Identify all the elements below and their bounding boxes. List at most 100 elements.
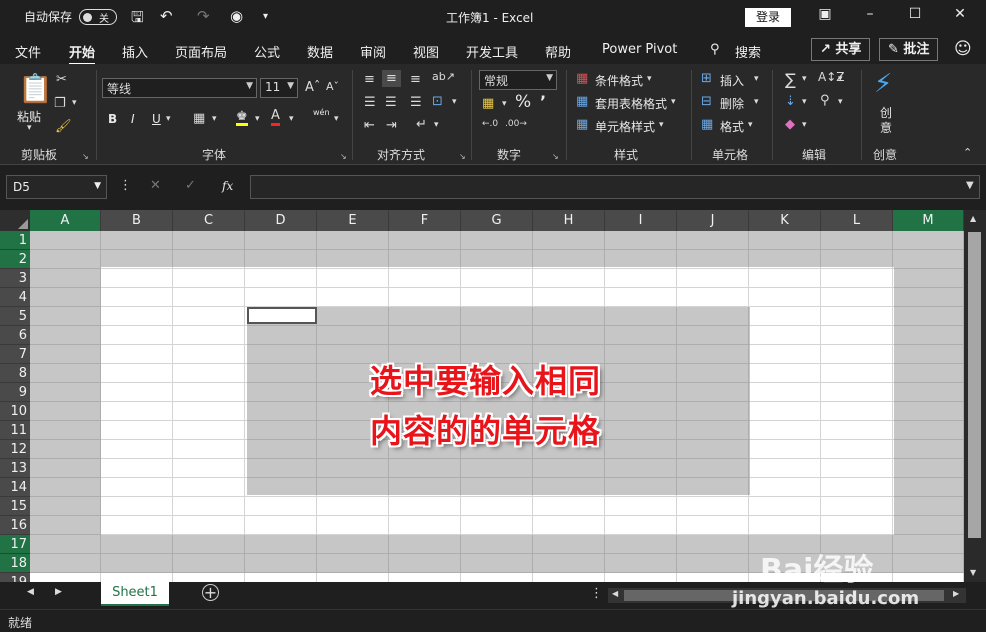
autosum-icon[interactable]: ∑ bbox=[785, 70, 796, 89]
chevron-down-icon[interactable]: ▾ bbox=[754, 97, 759, 107]
formula-input[interactable] bbox=[250, 175, 980, 199]
column-header-m[interactable]: M bbox=[893, 210, 964, 231]
undo-icon[interactable]: ↶ bbox=[160, 7, 173, 25]
font-color-dropdown-icon[interactable]: ▾ bbox=[289, 114, 294, 124]
underline-dropdown-icon[interactable]: ▾ bbox=[166, 114, 171, 124]
scroll-down-icon[interactable]: ▼ bbox=[970, 568, 976, 577]
row-header-13[interactable]: 13 bbox=[0, 459, 30, 478]
align-right-icon[interactable]: ☰ bbox=[410, 95, 422, 110]
increase-indent-icon[interactable]: ⇥ bbox=[386, 118, 397, 133]
increase-font-icon[interactable]: Aˆ bbox=[305, 80, 320, 95]
clear-icon[interactable]: ◆ bbox=[785, 117, 795, 132]
row-header-12[interactable]: 12 bbox=[0, 440, 30, 459]
tab-home[interactable]: 开始 bbox=[69, 42, 96, 66]
comma-style-icon[interactable]: ʼ bbox=[540, 92, 546, 111]
redo-icon[interactable]: ↷ bbox=[197, 7, 210, 25]
cancel-icon[interactable]: ✕ bbox=[150, 178, 161, 193]
column-header-c[interactable]: C bbox=[173, 210, 245, 231]
ribbon-display-icon[interactable]: ▣ bbox=[810, 6, 840, 22]
borders-icon[interactable]: ▦ bbox=[193, 111, 205, 126]
customize-qat-icon[interactable]: ▾ bbox=[263, 11, 268, 22]
font-color-icon[interactable]: A bbox=[271, 108, 280, 126]
next-sheet-icon[interactable]: ▶ bbox=[55, 587, 62, 597]
align-bottom-icon[interactable]: ≡ bbox=[410, 72, 421, 87]
merge-center-icon[interactable]: ⊡ bbox=[432, 94, 443, 109]
autosave-toggle[interactable]: 关 bbox=[79, 9, 117, 25]
feedback-smiley-icon[interactable]: ☺ bbox=[954, 39, 972, 59]
column-header-a[interactable]: A bbox=[30, 210, 101, 231]
select-all-corner[interactable] bbox=[0, 210, 30, 231]
clipboard-launcher-icon[interactable]: ↘ bbox=[82, 152, 89, 161]
collapse-ribbon-icon[interactable]: ⌃ bbox=[963, 146, 972, 159]
enter-check-icon[interactable]: ✓ bbox=[185, 178, 196, 193]
fill-dropdown-icon[interactable]: ▾ bbox=[802, 97, 807, 107]
align-left-icon[interactable]: ☰ bbox=[364, 95, 376, 110]
fill-color-icon[interactable]: ♚ bbox=[236, 109, 248, 126]
row-header-18[interactable]: 18 bbox=[0, 554, 30, 573]
orientation-icon[interactable]: ab↗ bbox=[432, 70, 455, 83]
insert-function-button[interactable]: fx bbox=[222, 179, 233, 193]
number-launcher-icon[interactable]: ↘ bbox=[552, 152, 559, 161]
minimize-icon[interactable]: – bbox=[855, 6, 885, 22]
camera-icon[interactable]: ◉ bbox=[230, 7, 243, 25]
tab-review[interactable]: 审阅 bbox=[360, 42, 386, 61]
fill-color-dropdown-icon[interactable]: ▾ bbox=[255, 114, 260, 124]
format-painter-icon[interactable]: 🖌 bbox=[55, 119, 72, 134]
vertical-scroll-thumb[interactable] bbox=[968, 232, 981, 538]
alignment-launcher-icon[interactable]: ↘ bbox=[459, 152, 466, 161]
row-header-8[interactable]: 8 bbox=[0, 364, 30, 383]
column-header-l[interactable]: L bbox=[821, 210, 893, 231]
tab-page-layout[interactable]: 页面布局 bbox=[175, 42, 227, 61]
format-cells-button[interactable]: 格式 bbox=[720, 118, 744, 135]
align-top-icon[interactable]: ≡ bbox=[364, 72, 375, 87]
merge-dropdown-icon[interactable]: ▾ bbox=[452, 97, 457, 107]
phonetic-dropdown-icon[interactable]: ▾ bbox=[334, 114, 339, 124]
tab-power-pivot[interactable]: Power Pivot bbox=[602, 42, 677, 57]
more-vertical-icon[interactable]: ⋮ bbox=[590, 586, 603, 601]
cut-icon[interactable]: ✂ bbox=[56, 72, 67, 87]
font-launcher-icon[interactable]: ↘ bbox=[340, 152, 347, 161]
column-header-k[interactable]: K bbox=[749, 210, 821, 231]
conditional-format-button[interactable]: 条件格式 bbox=[595, 72, 643, 89]
ideas-lightning-icon[interactable]: ⚡ bbox=[874, 69, 892, 99]
more-vertical-icon[interactable]: ⋮ bbox=[119, 178, 132, 193]
row-header-15[interactable]: 15 bbox=[0, 497, 30, 516]
prev-sheet-icon[interactable]: ◀ bbox=[27, 587, 34, 597]
chevron-down-icon[interactable]: ▾ bbox=[754, 74, 759, 84]
fill-icon[interactable]: ⇣ bbox=[785, 94, 796, 109]
active-cell-d5[interactable] bbox=[247, 307, 317, 324]
chevron-down-icon[interactable]: ▾ bbox=[748, 120, 753, 130]
sort-dropdown-icon[interactable]: ▾ bbox=[838, 74, 843, 84]
column-header-f[interactable]: F bbox=[389, 210, 461, 231]
percent-button[interactable]: % bbox=[515, 92, 531, 112]
scroll-left-icon[interactable]: ◀ bbox=[612, 589, 618, 598]
find-dropdown-icon[interactable]: ▾ bbox=[838, 97, 843, 107]
row-header-17[interactable]: 17 bbox=[0, 535, 30, 554]
chevron-down-icon[interactable]: ▾ bbox=[671, 97, 676, 107]
find-icon[interactable]: ⚲ bbox=[820, 93, 830, 108]
vertical-scrollbar[interactable]: ▲ ▼ bbox=[964, 210, 986, 582]
row-header-4[interactable]: 4 bbox=[0, 288, 30, 307]
row-header-6[interactable]: 6 bbox=[0, 326, 30, 345]
clear-dropdown-icon[interactable]: ▾ bbox=[802, 120, 807, 130]
column-header-d[interactable]: D bbox=[245, 210, 317, 231]
row-header-3[interactable]: 3 bbox=[0, 269, 30, 288]
font-size-select[interactable]: 11 ▼ bbox=[260, 78, 298, 98]
decrease-font-icon[interactable]: Aˇ bbox=[326, 80, 339, 93]
insert-cells-button[interactable]: 插入 bbox=[720, 72, 744, 89]
row-header-10[interactable]: 10 bbox=[0, 402, 30, 421]
search-box[interactable]: 搜索 bbox=[735, 42, 761, 61]
scroll-up-icon[interactable]: ▲ bbox=[970, 214, 976, 223]
close-icon[interactable]: ✕ bbox=[945, 6, 975, 22]
ideas-button-line2[interactable]: 意 bbox=[880, 119, 892, 136]
column-header-e[interactable]: E bbox=[317, 210, 389, 231]
tab-developer[interactable]: 开发工具 bbox=[466, 42, 518, 61]
copy-dropdown-icon[interactable]: ▾ bbox=[72, 98, 77, 108]
row-header-5[interactable]: 5 bbox=[0, 307, 30, 326]
row-header-11[interactable]: 11 bbox=[0, 421, 30, 440]
row-header-2[interactable]: 2 bbox=[0, 250, 30, 269]
column-header-j[interactable]: J bbox=[677, 210, 749, 231]
tab-view[interactable]: 视图 bbox=[413, 42, 439, 61]
maximize-icon[interactable]: ☐ bbox=[900, 6, 930, 22]
decrease-decimal-icon[interactable]: .00→ bbox=[505, 119, 527, 129]
